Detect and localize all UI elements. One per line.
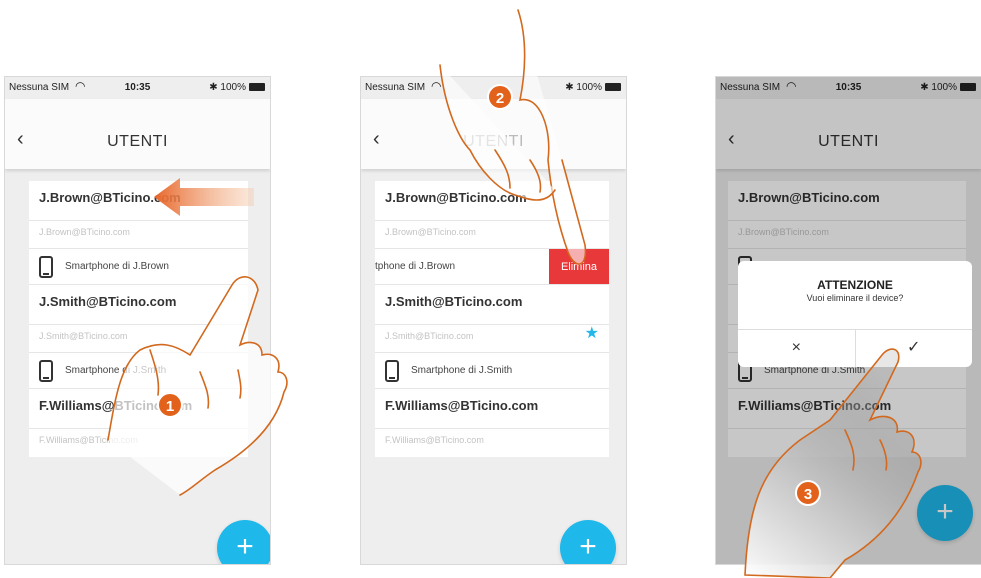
battery-label: ✱ 100% xyxy=(209,82,246,93)
battery-icon xyxy=(605,83,621,91)
confirm-button[interactable]: ✓ xyxy=(854,330,973,367)
status-bar: Nessuna SIM ◠ 10:35 ✱ 100% xyxy=(5,77,270,99)
device-label: tphone di J.Brown xyxy=(375,261,456,272)
dialog-buttons: × ✓ xyxy=(738,329,972,367)
user-subtitle: J.Brown@BTicino.com xyxy=(29,221,248,249)
user-email[interactable]: J.Brown@BTicino.com xyxy=(375,181,609,221)
user-subtitle: J.Brown@BTicino.com xyxy=(375,221,609,249)
device-row[interactable]: Smartphone di J.Smith xyxy=(375,353,609,389)
page-title: UTENTI xyxy=(463,133,524,150)
step-badge-3: 3 xyxy=(795,480,821,506)
user-subtitle: F.Williams@BTicino.com xyxy=(385,435,484,445)
device-row[interactable]: Smartphone di J.Smith xyxy=(29,353,248,389)
smartphone-icon xyxy=(385,360,399,382)
device-label: Smartphone di J.Smith xyxy=(65,365,167,376)
add-user-button[interactable]: + xyxy=(560,520,616,564)
battery-label: ✱ 100% xyxy=(565,82,602,93)
smartphone-icon xyxy=(39,256,53,278)
user-list: J.Brown@BTicino.com J.Brown@BTicino.com … xyxy=(29,181,248,457)
user-email[interactable]: J.Smith@BTicino.com xyxy=(29,285,248,325)
tutorial-stage: Nessuna SIM ◠ 10:35 ✱ 100% ‹ UTENTI J.Br… xyxy=(0,0,981,578)
user-subtitle: J.Smith@BTicino.com ★ xyxy=(375,325,609,353)
smartphone-icon xyxy=(39,360,53,382)
cancel-button[interactable]: × xyxy=(738,330,855,367)
user-email[interactable]: F.Williams@BTicino.com xyxy=(29,389,248,429)
device-row[interactable]: Smartphone di J.Brown xyxy=(29,249,248,285)
device-label: Smartphone di J.Smith xyxy=(411,365,513,376)
phone-screen-1: Nessuna SIM ◠ 10:35 ✱ 100% ‹ UTENTI J.Br… xyxy=(4,76,271,565)
step-badge-2: 2 xyxy=(487,84,513,110)
nav-bar: ‹ UTENTI xyxy=(5,99,270,169)
device-label: Smartphone di J.Brown xyxy=(65,261,169,272)
add-user-button[interactable]: + xyxy=(217,520,270,564)
battery-icon xyxy=(249,83,265,91)
user-email[interactable]: F.Williams@BTicino.com xyxy=(375,389,609,429)
page-title: UTENTI xyxy=(107,133,168,150)
phone-screen-3: Nessuna SIM ◠ 10:35 ✱ 100% ‹ UTENTI J.Br… xyxy=(715,76,981,565)
confirm-dialog: ATTENZIONE Vuoi eliminare il device? × ✓ xyxy=(738,261,972,367)
wifi-icon: ◠ xyxy=(431,79,442,93)
user-subtitle: F.Williams@BTicino.com xyxy=(39,435,138,445)
carrier-label: Nessuna SIM xyxy=(365,82,426,93)
device-row-swiped[interactable]: tphone di J.Brown Elimina xyxy=(375,249,609,285)
star-icon[interactable]: ★ xyxy=(585,325,599,343)
user-email[interactable]: J.Smith@BTicino.com xyxy=(375,285,609,325)
user-subtitle: J.Smith@BTicino.com xyxy=(29,325,248,353)
phone-screen-2: Nessuna SIM ◠ ✱ 100% ‹ UTENTI J.Brown@BT… xyxy=(360,76,627,565)
user-list: J.Brown@BTicino.com J.Brown@BTicino.com … xyxy=(375,181,609,457)
dialog-message: Vuoi eliminare il device? xyxy=(806,293,904,303)
step-badge-1: 1 xyxy=(157,392,183,418)
delete-button[interactable]: Elimina xyxy=(549,249,609,284)
swipe-left-arrow-icon xyxy=(154,178,254,216)
dialog-title: ATTENZIONE xyxy=(817,278,893,292)
nav-bar: ‹ UTENTI xyxy=(361,99,626,169)
